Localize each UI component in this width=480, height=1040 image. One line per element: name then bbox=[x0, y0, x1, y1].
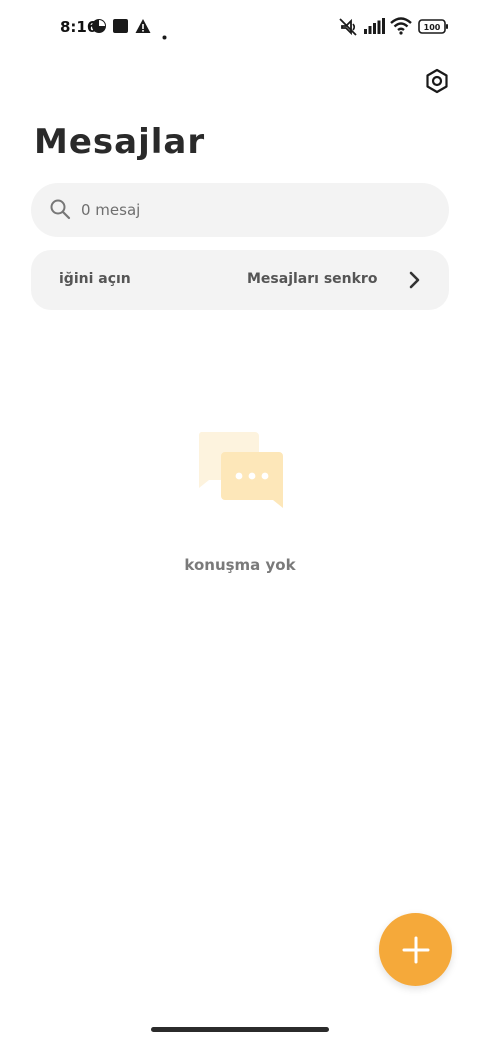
sync-banner[interactable]: iğini açın Mesajları senkro bbox=[31, 250, 449, 310]
warning-icon bbox=[135, 18, 151, 38]
chat-bubbles-icon bbox=[195, 430, 287, 514]
square-icon bbox=[113, 18, 128, 38]
plus-icon bbox=[402, 936, 429, 963]
search-input[interactable] bbox=[81, 183, 431, 237]
mute-icon bbox=[338, 17, 358, 41]
signal-icon bbox=[364, 18, 386, 38]
page-title: Mesajlar bbox=[34, 122, 206, 162]
wifi-icon bbox=[390, 17, 412, 39]
settings-hexagon-icon bbox=[426, 68, 448, 94]
battery-level: 100 bbox=[424, 23, 441, 32]
status-bar: 8:16 100 bbox=[0, 0, 480, 56]
battery-icon: 100 bbox=[418, 19, 449, 38]
settings-button[interactable] bbox=[420, 64, 454, 98]
search-icon bbox=[49, 198, 71, 224]
search-bar[interactable] bbox=[31, 183, 449, 237]
sync-banner-left-text: iğini açın bbox=[59, 271, 131, 287]
messages-screen: 8:16 100 Mesajlar 0 mesaj iğini açın Mes… bbox=[0, 0, 480, 1040]
empty-state-text: konuşma yok bbox=[184, 556, 296, 574]
home-indicator[interactable] bbox=[151, 1027, 329, 1032]
chevron-right-icon bbox=[407, 270, 421, 294]
new-message-button[interactable] bbox=[379, 913, 452, 986]
pie-icon bbox=[91, 18, 107, 38]
sync-banner-right-text: Mesajları senkro bbox=[247, 271, 378, 287]
dot-icon bbox=[162, 25, 167, 44]
